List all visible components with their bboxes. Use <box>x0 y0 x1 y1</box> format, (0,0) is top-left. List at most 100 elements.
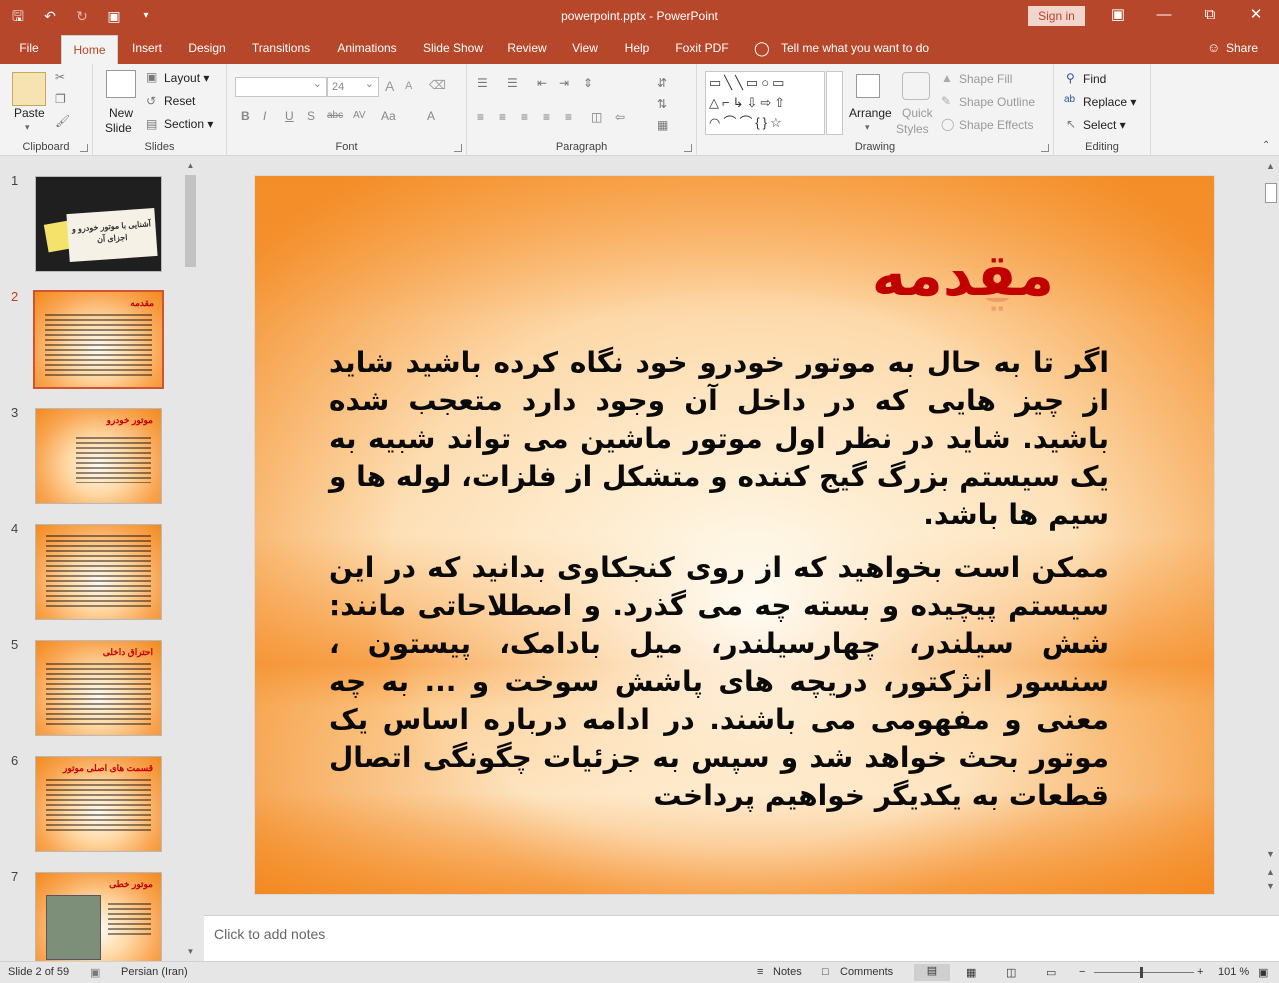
thumbnails-scroll-thumb[interactable] <box>185 175 196 267</box>
arrange-button[interactable]: Arrange <box>849 106 892 120</box>
copy-icon[interactable]: ❐ <box>55 92 66 106</box>
font-color-icon[interactable]: A <box>427 109 435 123</box>
paste-icon[interactable] <box>12 72 46 106</box>
zoom-level[interactable]: 101 % <box>1218 966 1249 978</box>
fit-slide-icon[interactable]: ▣ <box>1258 966 1268 979</box>
align-center-icon[interactable]: ≡ <box>499 110 506 124</box>
shape-fill-button[interactable]: Shape Fill <box>959 72 1012 86</box>
slide-paragraph-1[interactable]: اگر تا به حال به موتور خودرو خود نگاه کر… <box>329 344 1109 534</box>
previous-slide-icon[interactable]: ▲ <box>1262 867 1279 877</box>
drawing-launcher-icon[interactable] <box>1041 144 1049 152</box>
smartart-icon[interactable]: ▦ <box>657 118 668 132</box>
scroll-down-icon[interactable]: ▼ <box>183 947 198 956</box>
slide-thumbnail-5[interactable]: احتراق داخلی <box>35 640 162 736</box>
scroll-up-icon[interactable]: ▲ <box>183 161 198 170</box>
reset-button[interactable]: Reset <box>164 94 195 108</box>
new-slide-label-1[interactable]: New <box>109 106 133 120</box>
change-case-icon[interactable]: Aa <box>381 109 396 123</box>
language-indicator[interactable]: Persian (Iran) <box>121 966 188 978</box>
arrange-dropdown-icon[interactable]: ▾ <box>865 122 870 133</box>
quick-styles-icon[interactable] <box>902 72 930 100</box>
new-slide-label-2[interactable]: Slide <box>105 121 132 135</box>
tab-foxit-pdf[interactable]: Foxit PDF <box>670 32 734 64</box>
close-button[interactable]: ✕ <box>1233 0 1279 32</box>
bold-icon[interactable]: B <box>241 109 250 123</box>
align-left-icon[interactable]: ≡ <box>477 110 484 124</box>
section-button[interactable]: Section ▾ <box>164 117 213 131</box>
shape-outline-button[interactable]: Shape Outline <box>959 95 1035 109</box>
share-button[interactable]: Share <box>1226 32 1258 64</box>
scroll-down-icon[interactable]: ▼ <box>1262 849 1279 859</box>
zoom-out-icon[interactable]: − <box>1079 966 1085 978</box>
thumbnails-scrollbar[interactable]: ▲ ▼ <box>183 161 198 961</box>
comments-icon[interactable]: □ <box>822 966 829 978</box>
slide-thumbnail-6[interactable]: قسمت های اصلی موتور <box>35 756 162 852</box>
tab-view[interactable]: View <box>565 32 605 64</box>
slide-thumbnail-2[interactable]: مقدمه <box>33 290 164 389</box>
notes-toggle-icon[interactable]: ≡ <box>757 966 763 978</box>
zoom-slider[interactable] <box>1094 972 1194 973</box>
slide-thumbnail-7[interactable]: موتور خطی <box>35 872 162 968</box>
shape-fill-icon[interactable]: ▲ <box>941 71 953 85</box>
tab-review[interactable]: Review <box>502 32 552 64</box>
reading-view-icon[interactable]: ◫ <box>1006 966 1016 979</box>
find-icon[interactable]: ⚲ <box>1066 71 1075 85</box>
reset-icon[interactable]: ↺ <box>146 94 156 108</box>
sign-in-button[interactable]: Sign in <box>1028 6 1085 26</box>
shapes-gallery[interactable]: ▭╲╲▭○▭ △⌐↳⇩⇨⇧ ◠⌒⌒{}☆ <box>705 71 825 135</box>
tab-animations[interactable]: Animations <box>331 32 403 64</box>
select-button[interactable]: Select ▾ <box>1083 118 1126 132</box>
current-slide[interactable]: مقدمه مقدمه اگر تا به حال به موتور خودرو… <box>254 175 1215 895</box>
shapes-gallery-scroll[interactable] <box>826 71 843 135</box>
font-name-combo[interactable] <box>235 75 327 97</box>
decrease-font-size-icon[interactable]: A <box>405 80 412 92</box>
section-icon[interactable]: ▤ <box>146 117 157 131</box>
numbering-icon[interactable]: ☰ <box>507 76 518 90</box>
quick-styles-label-2[interactable]: Styles <box>896 122 929 136</box>
paragraph-launcher-icon[interactable] <box>684 144 692 152</box>
tab-file[interactable]: File <box>10 32 48 64</box>
cut-icon[interactable]: ✂ <box>55 70 65 84</box>
rtl-direction-icon[interactable]: ⇦ <box>615 110 625 124</box>
increase-font-size-icon[interactable]: A <box>385 78 394 94</box>
minimize-button[interactable]: — <box>1141 0 1187 32</box>
normal-view-icon[interactable]: ▤ <box>914 964 950 981</box>
restore-button[interactable]: ⧉ <box>1187 0 1233 32</box>
clipboard-launcher-icon[interactable] <box>80 144 88 152</box>
spellcheck-icon[interactable]: ▣ <box>90 966 100 979</box>
layout-button[interactable]: Layout ▾ <box>164 71 209 85</box>
tab-transitions[interactable]: Transitions <box>245 32 317 64</box>
line-spacing-icon[interactable]: ⇕ <box>583 76 593 90</box>
shape-effects-button[interactable]: Shape Effects <box>959 118 1034 132</box>
select-icon[interactable]: ↖ <box>1066 117 1076 131</box>
paste-button[interactable]: Paste <box>14 106 45 120</box>
bullets-icon[interactable]: ☰ <box>477 76 488 90</box>
align-right-icon[interactable]: ≡ <box>521 110 528 124</box>
tab-slide-show[interactable]: Slide Show <box>418 32 488 64</box>
zoom-slider-thumb[interactable] <box>1140 967 1143 978</box>
italic-icon[interactable]: I <box>263 109 266 123</box>
shape-effects-icon[interactable]: ◯ <box>941 117 954 131</box>
tab-home[interactable]: Home <box>61 35 118 64</box>
slide-sorter-icon[interactable]: ▦ <box>966 966 976 979</box>
underline-icon[interactable]: U <box>285 109 294 123</box>
slide-thumbnail-4[interactable] <box>35 524 162 620</box>
slide-thumbnail-3[interactable]: موتور خودرو <box>35 408 162 504</box>
distributed-icon[interactable]: ≡ <box>565 110 572 124</box>
find-button[interactable]: Find <box>1083 72 1106 86</box>
justify-icon[interactable]: ≡ <box>543 110 550 124</box>
tab-design[interactable]: Design <box>181 32 233 64</box>
notes-placeholder[interactable]: Click to add notes <box>214 926 325 942</box>
align-text-icon[interactable]: ⇅ <box>657 97 667 111</box>
slideshow-icon[interactable]: ▭ <box>1046 966 1056 979</box>
clear-formatting-icon[interactable]: ⌫ <box>429 78 446 92</box>
increase-indent-icon[interactable]: ⇥ <box>559 76 569 90</box>
comments-button[interactable]: Comments <box>840 966 893 978</box>
font-launcher-icon[interactable] <box>454 144 462 152</box>
new-slide-icon[interactable] <box>106 70 136 98</box>
slide-paragraph-2[interactable]: ممکن است بخواهید که از روی کنجکاوی بدانی… <box>329 549 1109 815</box>
collapse-ribbon-icon[interactable]: ⌃ <box>1262 140 1270 151</box>
arrange-icon[interactable] <box>856 74 880 98</box>
font-size-combo[interactable]: 24 <box>327 75 379 97</box>
scroll-up-icon[interactable]: ▲ <box>1262 161 1279 171</box>
